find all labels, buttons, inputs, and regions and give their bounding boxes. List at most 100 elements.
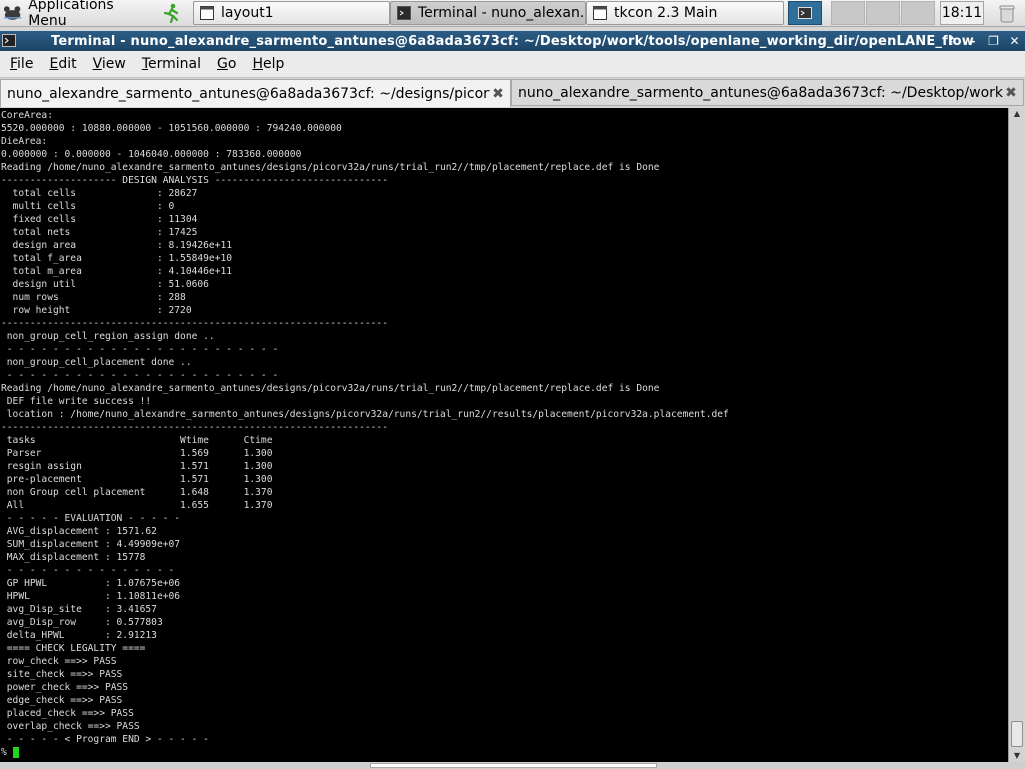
terminal-line: multi cells : 0	[1, 201, 175, 212]
terminal-text: CoreArea: 5520.000000 : 10880.000000 - 10…	[0, 108, 1008, 746]
terminal-line: design util : 51.0606	[1, 279, 209, 290]
terminal-line: total m_area : 4.10446e+11	[1, 266, 233, 277]
window-icon	[593, 6, 607, 20]
terminal-line: overlap_check ==>> PASS	[1, 721, 140, 732]
tab-label: nuno_alexandre_sarmento_antunes@6a8ada36…	[518, 84, 1003, 101]
task-button-layout1[interactable]: layout1	[193, 1, 390, 25]
scrollbar-thumb[interactable]	[1011, 721, 1023, 747]
terminal-line: power_check ==>> PASS	[1, 682, 129, 693]
terminal-line: non_group_cell_placement done ..	[1, 357, 192, 368]
terminal-line: 5520.000000 : 10880.000000 - 1051560.000…	[1, 123, 342, 134]
up-arrow-icon[interactable]: ⇡	[945, 34, 958, 48]
terminal-line: total cells : 28627	[1, 188, 198, 199]
terminal-line: total f_area : 1.55849e+10	[1, 253, 233, 264]
resize-handle[interactable]	[370, 763, 657, 768]
task-label: Terminal - nuno_alexan...	[418, 5, 586, 21]
terminal-line: - - - - - - - - - - - - - - - - - - - - …	[1, 370, 279, 381]
terminal-line: - - - - - - - - - - - - - - -	[1, 565, 175, 576]
shell-prompt[interactable]: %	[0, 746, 1008, 759]
task-label: layout1	[221, 5, 274, 21]
terminal-line: ==== CHECK LEGALITY ====	[1, 643, 146, 654]
applications-menu-label: Applications Menu	[28, 0, 114, 29]
menu-terminal[interactable]: Terminal	[142, 56, 201, 72]
terminal-line: 0.000000 : 0.000000 - 1046040.000000 : 7…	[1, 149, 302, 160]
terminal-icon	[2, 34, 16, 47]
terminal-line: location : /home/nuno_alexandre_sarmento…	[1, 409, 729, 420]
workspace-2[interactable]	[831, 1, 865, 25]
terminal-line: CoreArea:	[1, 110, 53, 121]
terminal-icon	[798, 7, 812, 19]
window-icon	[200, 6, 214, 20]
terminal-line: -------------------- DESIGN ANALYSIS ---…	[1, 175, 388, 186]
terminal-line: delta_HPWL : 2.91213	[1, 630, 157, 641]
terminal-line: pre-placement 1.571 1.300	[1, 474, 273, 485]
terminal-line: tasks Wtime Ctime	[1, 435, 273, 446]
terminal-line: Parser 1.569 1.300	[1, 448, 273, 459]
terminal-line: - - - - - < Program END > - - - - -	[1, 734, 209, 745]
terminal-line: All 1.655 1.370	[1, 500, 273, 511]
terminal-line: placed_check ==>> PASS	[1, 708, 134, 719]
task-button-terminal[interactable]: Terminal - nuno_alexan...	[390, 1, 586, 25]
menu-go[interactable]: Go	[217, 56, 236, 72]
menu-file[interactable]: File	[10, 56, 33, 72]
maximize-icon[interactable]: ❐	[987, 34, 1000, 48]
terminal-output[interactable]: CoreArea: 5520.000000 : 10880.000000 - 10…	[0, 108, 1008, 762]
prompt-symbol: %	[1, 747, 7, 758]
run-program-icon[interactable]	[158, 0, 184, 26]
menu-help[interactable]: Help	[252, 56, 284, 72]
bottom-bar	[0, 762, 1025, 769]
terminal-line: AVG_displacement : 1571.62	[1, 526, 157, 537]
menu-edit[interactable]: Edit	[49, 56, 76, 72]
terminal-line: - - - - - EVALUATION - - - - -	[1, 513, 181, 524]
terminal-line: GP HPWL : 1.07675e+06	[1, 578, 181, 589]
terminal-line: ----------------------------------------…	[1, 422, 388, 433]
tab-label: nuno_alexandre_sarmento_antunes@6a8ada36…	[7, 85, 490, 102]
task-label: tkcon 2.3 Main	[614, 5, 718, 21]
trash-icon[interactable]	[992, 0, 1022, 26]
terminal-line: row height : 2720	[1, 305, 192, 316]
minimize-icon[interactable]: –	[966, 34, 979, 48]
window-titlebar[interactable]: Terminal - nuno_alexandre_sarmento_antun…	[0, 31, 1025, 51]
clock[interactable]: 18:11	[940, 1, 984, 25]
scroll-up-icon[interactable]: ▲	[1009, 108, 1025, 120]
terminal-line: num rows : 288	[1, 292, 186, 303]
workspace-3[interactable]	[866, 1, 900, 25]
terminal-line: avg_Disp_row : 0.577803	[1, 617, 163, 628]
terminal-line: site_check ==>> PASS	[1, 669, 123, 680]
window-title: Terminal - nuno_alexandre_sarmento_antun…	[51, 33, 974, 49]
terminal-line: non_group_cell_region_assign done ..	[1, 331, 215, 342]
applications-menu-button[interactable]: Applications Menu	[2, 0, 152, 29]
workspace-1[interactable]	[788, 1, 822, 25]
terminal-tabs: nuno_alexandre_sarmento_antunes@6a8ada36…	[0, 79, 1025, 107]
scroll-down-icon[interactable]: ▼	[1009, 750, 1025, 762]
xfce-mouse-icon	[3, 6, 22, 20]
terminal-line: DieArea:	[1, 136, 48, 147]
tab-openlane-flow[interactable]: nuno_alexandre_sarmento_antunes@6a8ada36…	[511, 79, 1024, 106]
terminal-line: avg_Disp_site : 3.41657	[1, 604, 157, 615]
close-icon[interactable]: ✖	[1003, 85, 1019, 101]
terminal-line: Reading /home/nuno_alexandre_sarmento_an…	[1, 383, 660, 394]
terminal-line: row_check ==>> PASS	[1, 656, 117, 667]
top-panel: Applications Menu layout1 Terminal - nun…	[0, 0, 1025, 29]
terminal-line: HPWL : 1.10811e+06	[1, 591, 181, 602]
terminal-line: fixed cells : 11304	[1, 214, 198, 225]
task-button-tkcon[interactable]: tkcon 2.3 Main	[586, 1, 784, 25]
terminal-line: MAX_displacement : 15778	[1, 552, 146, 563]
tab-picorv32a[interactable]: nuno_alexandre_sarmento_antunes@6a8ada36…	[0, 79, 511, 107]
menubar: File Edit View Terminal Go Help	[0, 51, 1025, 78]
vertical-scrollbar[interactable]: ▲ ▼	[1008, 108, 1025, 762]
menu-view[interactable]: View	[93, 56, 126, 72]
close-icon[interactable]: ✖	[490, 86, 506, 102]
terminal-line: SUM_displacement : 4.49909e+07	[1, 539, 181, 550]
terminal-line: DEF file write success !!	[1, 396, 152, 407]
terminal-line: ----------------------------------------…	[1, 318, 388, 329]
terminal-icon	[397, 6, 411, 20]
workspace-4[interactable]	[901, 1, 935, 25]
text-cursor	[12, 747, 19, 758]
terminal-line: total nets : 17425	[1, 227, 198, 238]
terminal-line: edge_check ==>> PASS	[1, 695, 123, 706]
terminal-line: non Group cell placement 1.648 1.370	[1, 487, 273, 498]
terminal-line: - - - - - - - - - - - - - - - - - - - - …	[1, 344, 279, 355]
close-icon[interactable]: ✕	[1008, 34, 1021, 48]
window-controls: ⇡ – ❐ ✕	[945, 31, 1021, 51]
